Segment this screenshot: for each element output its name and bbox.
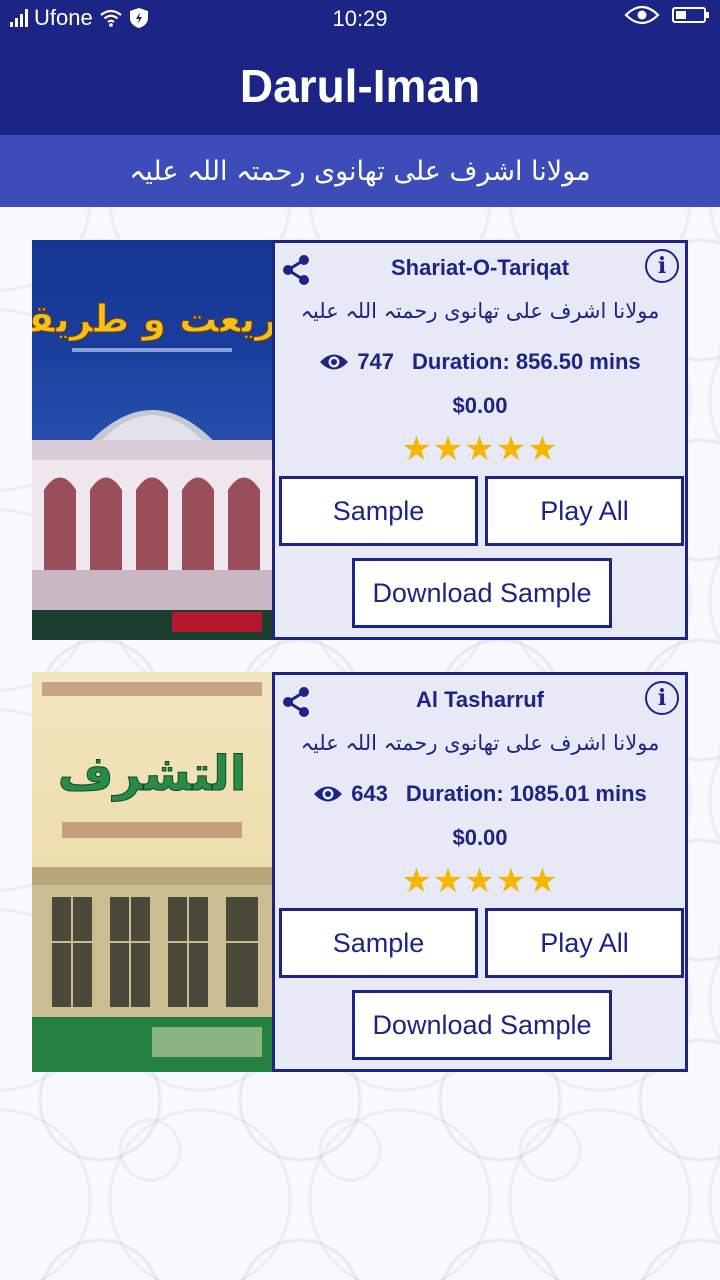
book-card[interactable]: التشرف Al Tasharruf i مولانا اشرف علی تھ… [32,672,688,1072]
book-card[interactable]: شریعت و طریقت Shariat-O-T [32,240,688,640]
book-cover-art: التشرف [32,672,272,1072]
book-cover-image[interactable]: شریعت و طریقت [32,240,272,640]
price: $0.00 [452,825,508,850]
cover-title-text: شریعت و طریقت [32,297,272,342]
book-author: مولانا اشرف علی تھانوی رحمتہ اللہ علیہ [300,731,660,755]
book-info-panel: Shariat-O-Tariqat i مولانا اشرف علی تھان… [272,240,688,640]
stats-row: 747 Duration: 856.50 mins [275,349,685,375]
info-icon[interactable]: i [645,681,679,715]
play-all-button[interactable]: Play All [485,908,684,978]
eye-icon [320,354,349,370]
download-sample-button[interactable]: Download Sample [352,558,612,628]
book-author: مولانا اشرف علی تھانوی رحمتہ اللہ علیہ [300,299,660,323]
duration: Duration: 856.50 mins [412,349,641,374]
status-right [624,5,709,25]
eye-icon [624,5,660,25]
battery-icon [672,7,709,23]
app-subtitle: مولانا اشرف علی تھانوی رحمتہ اللہ علیہ [0,135,720,207]
stats-row: 643 Duration: 1085.01 mins [275,781,685,807]
book-cover-image[interactable]: التشرف [32,672,272,1072]
info-icon[interactable]: i [645,249,679,283]
book-cover-art: شریعت و طریقت [32,240,272,640]
star-rating: ★★★★★ [401,429,559,469]
share-icon[interactable] [279,685,313,719]
sample-button[interactable]: Sample [279,908,478,978]
status-time: 10:29 [332,6,388,31]
cover-title-text: التشرف [58,746,247,802]
book-title: Al Tasharruf [416,687,544,712]
app-title: Darul-Iman [0,36,720,135]
star-rating: ★★★★★ [401,861,559,901]
sample-button[interactable]: Sample [279,476,478,546]
download-sample-button[interactable]: Download Sample [352,990,612,1060]
share-icon[interactable] [279,253,313,287]
status-bar: Ufone 10:29 [0,0,720,36]
duration: Duration: 1085.01 mins [405,781,647,806]
views-count: 643 [351,781,388,806]
price: $0.00 [452,393,508,418]
book-info-panel: Al Tasharruf i مولانا اشرف علی تھانوی رح… [272,672,688,1072]
play-all-button[interactable]: Play All [485,476,684,546]
eye-icon [314,786,343,802]
book-title: Shariat-O-Tariqat [390,255,570,280]
views-count: 747 [357,349,395,374]
